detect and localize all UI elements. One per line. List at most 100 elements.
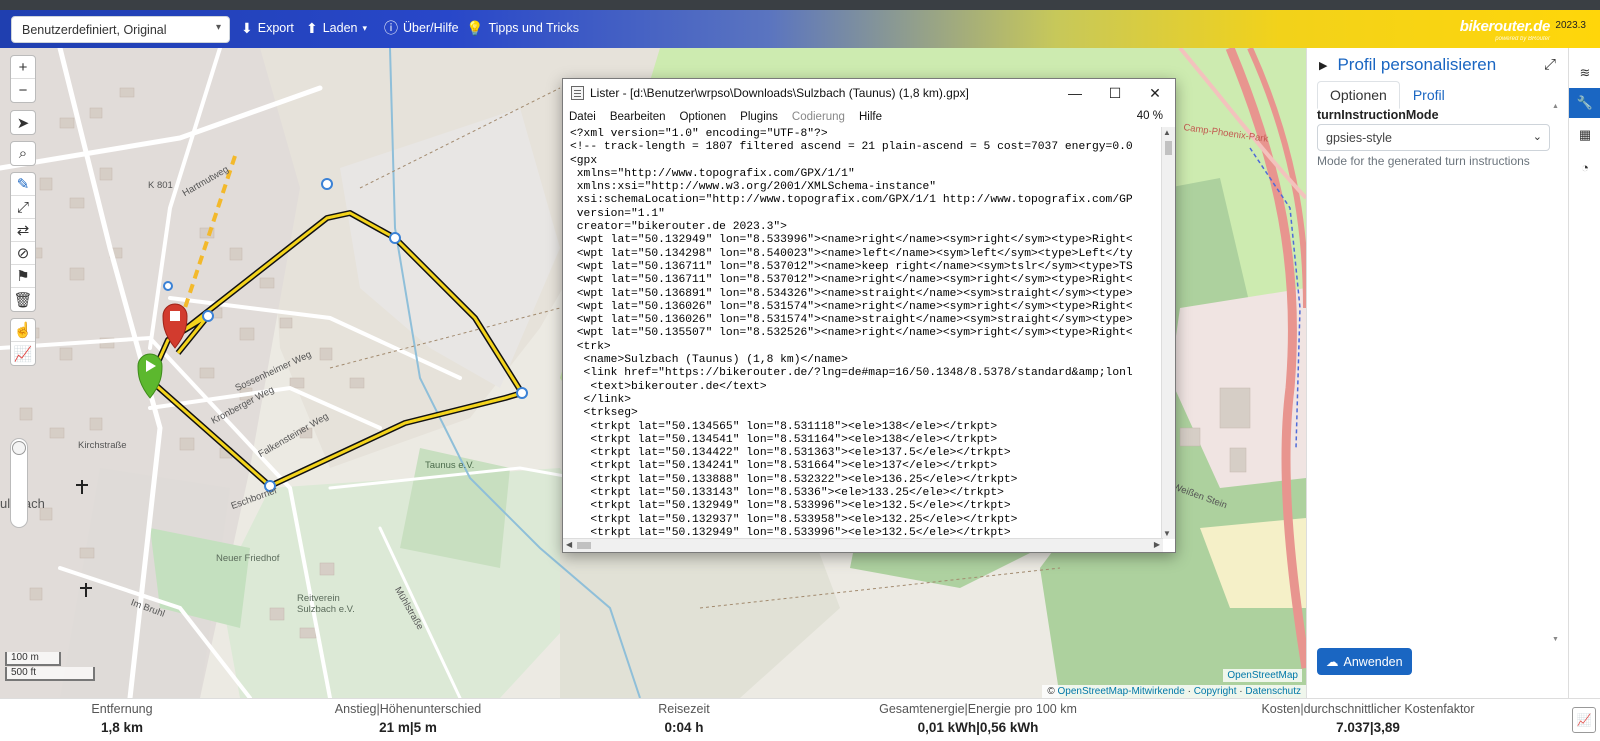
sidebar-tabs: ≋ 🔧 ▦ ◔ xyxy=(1568,48,1600,698)
layer-name-label[interactable]: OpenStreetMap xyxy=(1223,669,1302,682)
file-line: <trkpt lat="50.134241" lon="8.531664"><e… xyxy=(570,460,998,473)
expand-icon[interactable]: ⤢ xyxy=(1544,56,1556,73)
table-icon[interactable]: ▦ xyxy=(1569,120,1600,150)
slider-handle[interactable] xyxy=(12,441,26,455)
export-button[interactable]: ⬇ Export xyxy=(241,21,294,35)
zoom-in-button[interactable]: + xyxy=(11,56,35,79)
brand-logo[interactable]: bikerouter.de xyxy=(1460,18,1551,35)
attribution-copyright-link[interactable]: Copyright xyxy=(1194,686,1237,697)
tools-control: ☝ 📈 xyxy=(10,318,36,366)
attribution-osm-link[interactable]: OpenStreetMap-Mitwirkende xyxy=(1058,686,1185,697)
pie-chart-icon[interactable]: ◔ xyxy=(1569,152,1600,182)
elevation-chart-icon[interactable]: 📈 xyxy=(11,342,35,365)
option-label: turnInstructionMode xyxy=(1317,108,1439,122)
stat-label: Gesamtenergie|Energie pro 100 km xyxy=(879,702,1077,716)
reverse-route-icon[interactable]: ⇄ xyxy=(11,219,35,242)
draw-toolbar: ✎ ⤢ ⇄ ⊘ ⚑ 🗑 xyxy=(10,172,36,312)
hand-pointer-icon[interactable]: ☝ xyxy=(11,319,35,342)
turn-instruction-mode-select[interactable]: gpsies-style ⌄ xyxy=(1317,124,1550,151)
file-line: <wpt lat="50.136711" lon="8.537012"><nam… xyxy=(570,274,1133,287)
wrench-icon[interactable]: 🔧 xyxy=(1569,88,1600,118)
scroll-up-icon[interactable]: ▲ xyxy=(1552,103,1559,110)
menu-bearbeiten[interactable]: Bearbeiten xyxy=(610,111,666,123)
file-line: <wpt lat="50.135507" lon="8.532526"><nam… xyxy=(570,327,1133,340)
chevron-down-icon: ⌄ xyxy=(1532,131,1542,143)
vertical-scrollbar[interactable]: ▲ ▼ xyxy=(1161,127,1175,539)
caret-right-icon: ▶ xyxy=(1319,59,1328,72)
stat-ascent: Anstieg|Höhenunterschied 21 m|5 m xyxy=(318,702,498,735)
chevron-down-icon: ▾ xyxy=(362,22,368,33)
lister-titlebar[interactable]: Lister - [d:\Benutzer\wrpso\Downloads\Su… xyxy=(563,79,1175,107)
scroll-up-icon[interactable]: ▲ xyxy=(1163,128,1171,137)
file-line: <link href="https://bikerouter.de/?lng=d… xyxy=(570,367,1133,380)
maximize-button[interactable]: ☐ xyxy=(1095,79,1135,107)
map-attribution: © OpenStreetMap-Mitwirkende · Copyright … xyxy=(1042,685,1306,698)
scroll-right-icon[interactable]: ▶ xyxy=(1154,540,1160,549)
stat-travel-time: Reisezeit 0:04 h xyxy=(634,702,734,735)
menu-hilfe[interactable]: Hilfe xyxy=(859,111,882,123)
panel-title: Profil personalisieren xyxy=(1337,55,1497,74)
draw-pencil-icon[interactable]: ✎ xyxy=(11,173,35,196)
help-button[interactable]: ⓘ Über/Hilfe xyxy=(384,21,459,35)
file-line: <trkseg> xyxy=(570,407,638,420)
panel-scrollbar[interactable]: ▲ ▼ xyxy=(1552,103,1560,643)
menu-plugins[interactable]: Plugins xyxy=(740,111,778,123)
scroll-down-icon[interactable]: ▼ xyxy=(1552,636,1559,643)
export-label: Export xyxy=(257,21,294,35)
file-line: <trkpt lat="50.134422" lon="8.531363"><e… xyxy=(570,447,1011,460)
tab-profil[interactable]: Profil xyxy=(1400,81,1458,109)
file-line: <gpx xyxy=(570,154,598,167)
file-content[interactable]: <?xml version="1.0" encoding="UTF-8"?> <!… xyxy=(563,127,1163,539)
scrollbar-thumb[interactable] xyxy=(577,542,591,549)
attribution-privacy-link[interactable]: Datenschutz xyxy=(1245,686,1301,697)
search-icon[interactable]: ⌕ xyxy=(11,142,35,165)
apply-button[interactable]: ☁ Anwenden xyxy=(1317,648,1412,675)
top-navbar: Benutzerdefiniert, Original ▾ ⬇ Export ⬆… xyxy=(0,10,1600,48)
file-line: xmlns="http://www.topografix.com/GPX/1/1… xyxy=(570,167,855,180)
file-line: <trkpt lat="50.133888" lon="8.532322"><e… xyxy=(570,473,1018,486)
horizontal-scrollbar[interactable]: ◀ ▶ xyxy=(563,538,1163,552)
elevation-chart-toggle-icon[interactable]: 📈 xyxy=(1572,707,1596,733)
panel-header[interactable]: ▶ Profil personalisieren xyxy=(1319,55,1496,75)
file-line: <trk> xyxy=(570,340,611,353)
tab-optionen[interactable]: Optionen xyxy=(1317,81,1400,109)
search-control: ⌕ xyxy=(10,141,36,166)
stat-distance: Entfernung 1,8 km xyxy=(72,702,172,735)
poi-icon[interactable]: ⚑ xyxy=(11,265,35,288)
version-label: 2023.3 xyxy=(1555,20,1586,31)
scrollbar-thumb[interactable] xyxy=(1165,141,1172,155)
info-icon: ⓘ xyxy=(384,20,398,36)
file-line: <!-- track-length = 1807 filtered ascend… xyxy=(570,141,1133,154)
scroll-left-icon[interactable]: ◀ xyxy=(566,540,572,549)
menu-datei[interactable]: Datei xyxy=(569,111,596,123)
file-line: <wpt lat="50.136026" lon="8.531574"><nam… xyxy=(570,300,1133,313)
stat-value: 1,8 km xyxy=(100,720,144,735)
menu-optionen[interactable]: Optionen xyxy=(679,111,726,123)
profile-select-value: Benutzerdefiniert, Original xyxy=(22,23,167,37)
tips-button[interactable]: 💡 Tipps und Tricks xyxy=(466,21,579,35)
file-line: <name>Sulzbach (Taunus) (1,8 km)</name> xyxy=(570,354,848,367)
lister-window: Lister - [d:\Benutzer\wrpso\Downloads\Su… xyxy=(562,78,1176,553)
minimize-button[interactable]: — xyxy=(1055,79,1095,107)
close-button[interactable]: ✕ xyxy=(1135,79,1175,107)
stat-label: Entfernung xyxy=(91,702,153,716)
opacity-slider[interactable] xyxy=(10,438,28,528)
trash-icon[interactable]: 🗑 xyxy=(11,288,35,311)
no-go-area-icon[interactable]: ⊘ xyxy=(11,242,35,265)
help-label: Über/Hilfe xyxy=(403,21,459,35)
map-label-road: K 801 xyxy=(148,180,173,191)
layers-icon[interactable]: ≋ xyxy=(1569,58,1600,88)
load-button[interactable]: ⬆ Laden ▾ xyxy=(306,21,367,35)
scroll-down-icon[interactable]: ▼ xyxy=(1163,529,1171,538)
scroll-percent: 40 % xyxy=(1136,110,1163,122)
profile-select[interactable]: Benutzerdefiniert, Original ▾ xyxy=(11,16,230,43)
menu-codierung[interactable]: Codierung xyxy=(792,111,845,123)
route-edit-icon[interactable]: ⤢ xyxy=(11,196,35,219)
locate-icon[interactable]: ➤ xyxy=(11,111,35,134)
profile-panel: ▶ Profil personalisieren ⤢ Optionen Prof… xyxy=(1306,48,1568,698)
file-line: <wpt lat="50.134298" lon="8.540023"><nam… xyxy=(570,247,1133,260)
stat-value: 0,01 kWh|0,56 kWh xyxy=(917,720,1039,735)
lister-title: Lister - [d:\Benutzer\wrpso\Downloads\Su… xyxy=(590,86,969,100)
map-label-club: Reitverein Sulzbach e.V. xyxy=(297,593,355,615)
zoom-out-button[interactable]: − xyxy=(11,79,35,102)
